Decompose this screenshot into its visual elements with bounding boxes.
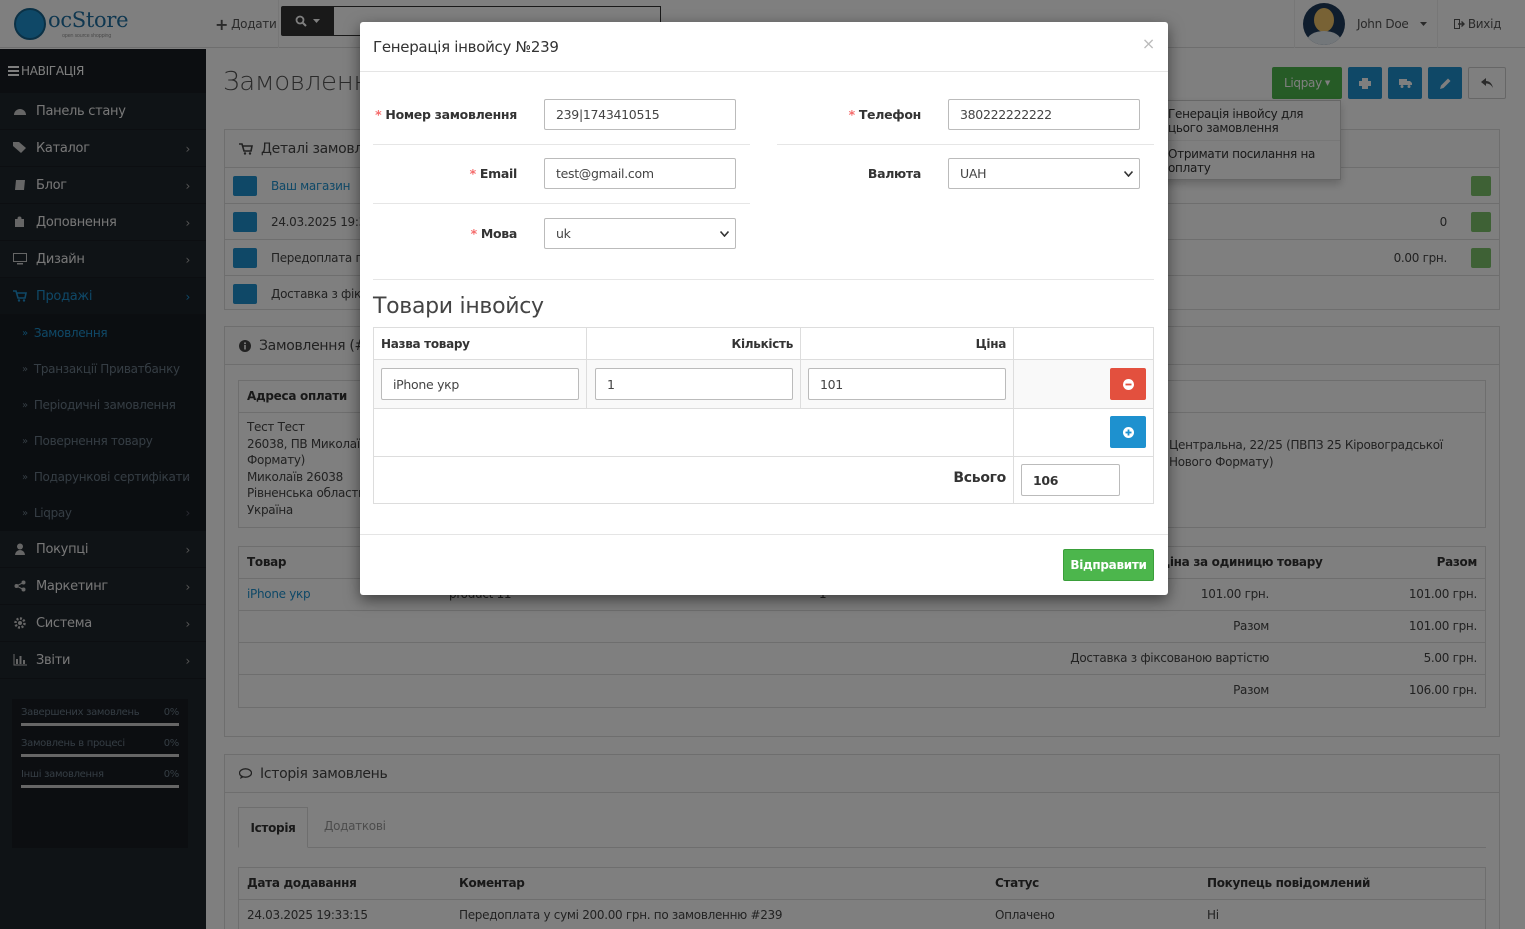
invoice-items-table: Назва товару Кількість Ціна iPhone укр 1… [373,327,1154,504]
col-price: Ціна [801,328,1014,359]
chevron-down-icon [1124,170,1133,177]
label-text: Номер замовлення [385,107,517,122]
currency-select[interactable]: UAH [948,158,1140,189]
invoice-total-row: Всього 106 [374,457,1153,503]
label-text: Email [479,166,517,181]
phone-label: * Телефон [848,107,922,122]
item-name-input[interactable]: iPhone укр [381,368,579,400]
col-qty: Кількість [587,328,801,359]
total-input[interactable]: 106 [1021,464,1120,496]
add-item-button[interactable] [1110,416,1146,448]
email-label: * Email [469,166,518,181]
currency-value: UAH [960,166,987,181]
phone-input[interactable]: 380222222222 [948,99,1140,130]
chevron-down-icon [720,230,729,237]
send-button[interactable]: Відправити [1063,549,1154,581]
modal-header: Генерація інвойсу №239 × [360,22,1168,72]
modal-title: Генерація інвойсу №239 [373,37,559,56]
label-text: Мова [480,226,517,241]
order-number-input[interactable]: 239|1743410515 [544,99,736,130]
col-name: Назва товару [374,328,587,359]
item-price-input[interactable]: 101 [808,368,1006,400]
total-label: Всього [374,457,1014,503]
items-header: Назва товару Кількість Ціна [374,328,1153,360]
close-icon[interactable]: × [1142,34,1155,53]
add-item-row [374,409,1153,457]
label-text: Телефон [858,107,921,122]
minus-circle-icon [1122,378,1134,390]
language-value: uk [556,226,571,241]
modal-footer: Відправити [360,534,1168,595]
order-number-label: * Номер замовлення [375,107,517,122]
language-label: * Мова [470,226,518,241]
invoice-item-row: iPhone укр 1 101 [374,360,1153,409]
plus-circle-icon [1122,426,1134,438]
invoice-items-title: Товари інвойсу [373,294,544,319]
language-select[interactable]: uk [544,218,736,249]
email-input[interactable]: test@gmail.com [544,158,736,189]
item-qty-input[interactable]: 1 [595,368,793,400]
remove-item-button[interactable] [1110,368,1146,400]
currency-label: Валюта [867,166,921,181]
invoice-modal: Генерація інвойсу №239 × * Номер замовлен… [360,22,1168,595]
